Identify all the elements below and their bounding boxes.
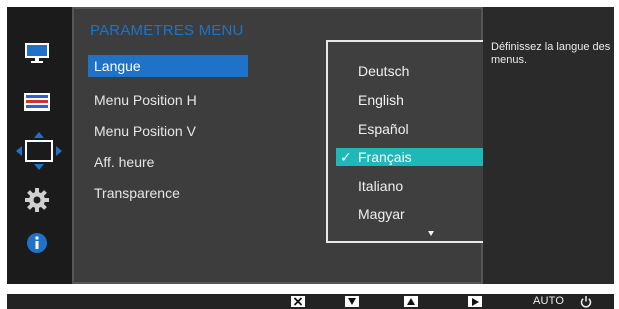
help-text: Définissez la langue des menus. — [491, 41, 611, 66]
category-sidebar — [7, 7, 72, 284]
menu-item-label: Menu Position H — [94, 92, 197, 108]
power-icon — [580, 296, 592, 308]
info-icon[interactable] — [19, 227, 55, 259]
language-option-label: Magyar — [358, 206, 405, 222]
language-option-label: Deutsch — [358, 63, 410, 79]
button-bar: AUTO — [7, 294, 614, 309]
menu-item-label: Transparence — [94, 185, 180, 201]
gear-icon[interactable] — [19, 184, 55, 216]
up-button[interactable] — [404, 296, 418, 307]
menu-item-label: Menu Position V — [94, 123, 196, 139]
power-button[interactable] — [580, 295, 592, 308]
close-button[interactable] — [291, 296, 305, 307]
menu-panel: PARAMETRES MENU Langue Menu Position H M… — [72, 7, 537, 284]
up-arrow-icon — [407, 298, 415, 305]
menu-item-transparence[interactable]: Transparence — [88, 182, 248, 204]
down-arrow-icon — [348, 298, 356, 305]
monitor-icon[interactable] — [19, 37, 55, 69]
checkmark-icon: ✓ — [340, 149, 352, 165]
osd-window: PARAMETRES MENU Langue Menu Position H M… — [7, 7, 614, 284]
help-panel: Définissez la langue des menus. — [483, 7, 614, 284]
language-option-label: English — [358, 92, 404, 108]
right-arrow-icon — [471, 297, 479, 306]
down-button[interactable] — [345, 296, 359, 307]
close-icon — [293, 297, 303, 306]
chevron-down-icon[interactable] — [428, 231, 434, 236]
menu-title: PARAMETRES MENU — [90, 22, 244, 39]
language-option-label: Italiano — [358, 178, 404, 194]
menu-item-langue[interactable]: Langue — [88, 55, 248, 77]
menu-item-label: Aff. heure — [94, 154, 155, 170]
language-option-label: Français — [358, 149, 412, 165]
language-option-label: Español — [358, 121, 409, 137]
color-bars-icon[interactable] — [19, 86, 55, 118]
move-arrows-icon[interactable] — [16, 132, 62, 170]
menu-item-aff-heure[interactable]: Aff. heure — [88, 151, 248, 173]
auto-button[interactable]: AUTO — [533, 295, 564, 308]
menu-item-menu-position-h[interactable]: Menu Position H — [88, 89, 248, 111]
right-button[interactable] — [468, 296, 482, 307]
menu-item-label: Langue — [94, 58, 141, 74]
menu-item-menu-position-v[interactable]: Menu Position V — [88, 120, 248, 142]
